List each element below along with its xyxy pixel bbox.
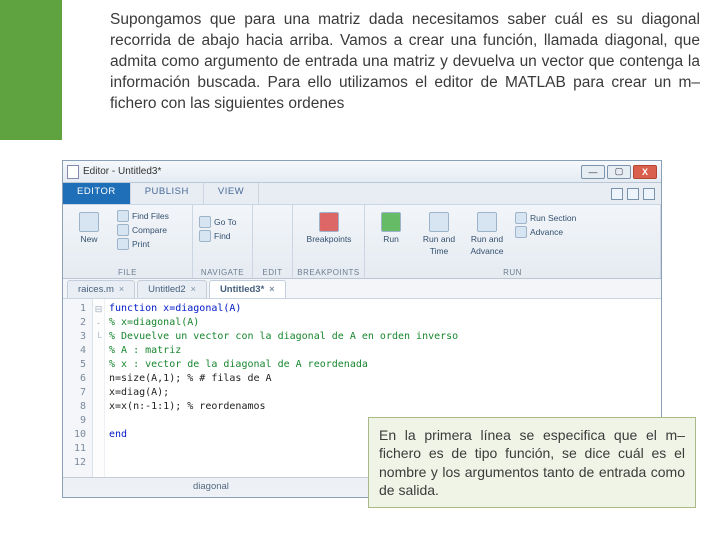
tab-editor[interactable]: EDITOR [63, 183, 131, 204]
quick-access-toolbar [611, 183, 661, 204]
qat-icon[interactable] [643, 188, 655, 200]
find-files-button[interactable]: Find Files [117, 210, 169, 222]
close-icon[interactable]: × [119, 284, 124, 294]
print-button[interactable]: Print [117, 238, 169, 250]
tab-publish[interactable]: PUBLISH [131, 183, 204, 204]
find-button[interactable]: Find [199, 230, 246, 242]
run-button[interactable]: Run [371, 208, 411, 256]
qat-icon[interactable] [627, 188, 639, 200]
run-label: Run [383, 234, 399, 244]
runadvance-icon [477, 212, 497, 232]
run-and-time-button[interactable]: Run and Time [419, 208, 459, 256]
minimize-button[interactable]: — [581, 165, 605, 179]
run-icon [381, 212, 401, 232]
close-icon[interactable]: × [191, 284, 196, 294]
runsection-icon [515, 212, 527, 224]
group-run-label: RUN [365, 268, 660, 277]
group-navigate-label: NAVIGATE [193, 268, 252, 277]
doc-tab-raices[interactable]: raices.m× [67, 280, 135, 298]
qat-icon[interactable] [611, 188, 623, 200]
compare-icon [117, 224, 129, 236]
search-icon [199, 230, 211, 242]
function-name-status: diagonal [193, 481, 229, 492]
ribbon: New Find Files Compare Print FILE Go To … [63, 205, 661, 279]
slide-accent [0, 0, 62, 140]
group-file-label: FILE [63, 268, 192, 277]
run-section-button[interactable]: Run Section [515, 212, 576, 224]
breakpoint-icon [319, 212, 339, 232]
line-gutter: 1234 5678 9101112 [63, 299, 93, 477]
goto-button[interactable]: Go To [199, 216, 246, 228]
window-title: Editor - Untitled3* [83, 166, 161, 177]
run-and-advance-button[interactable]: Run and Advance [467, 208, 507, 256]
doc-tab-untitled2[interactable]: Untitled2× [137, 280, 207, 298]
intro-paragraph: Supongamos que para una matriz dada nece… [110, 10, 700, 115]
group-edit-label: EDIT [253, 268, 292, 277]
close-icon[interactable]: × [269, 284, 274, 294]
runtime-icon [429, 212, 449, 232]
doc-tab-untitled3[interactable]: Untitled3*× [209, 280, 286, 298]
group-breakpoints-label: BREAKPOINTS [293, 268, 364, 277]
compare-button[interactable]: Compare [117, 224, 169, 236]
fold-column[interactable]: ⊟-└ [93, 299, 105, 477]
print-icon [117, 238, 129, 250]
breakpoints-button[interactable]: Breakpoints [299, 208, 359, 244]
find-icon [117, 210, 129, 222]
goto-icon [199, 216, 211, 228]
new-button[interactable]: New [69, 208, 109, 250]
document-tabs: raices.m× Untitled2× Untitled3*× [63, 279, 661, 299]
advance-button[interactable]: Advance [515, 226, 576, 238]
new-icon [79, 212, 99, 232]
titlebar[interactable]: Editor - Untitled3* — ▢ X [63, 161, 661, 183]
new-label: New [80, 234, 97, 244]
close-button[interactable]: X [633, 165, 657, 179]
editor-icon [67, 165, 79, 179]
breakpoints-label: Breakpoints [307, 234, 352, 244]
tab-view[interactable]: VIEW [204, 183, 259, 204]
maximize-button[interactable]: ▢ [607, 165, 631, 179]
advance-icon [515, 226, 527, 238]
explanation-callout: En la primera línea se especifica que el… [368, 417, 696, 508]
ribbon-tabs: EDITOR PUBLISH VIEW [63, 183, 661, 205]
